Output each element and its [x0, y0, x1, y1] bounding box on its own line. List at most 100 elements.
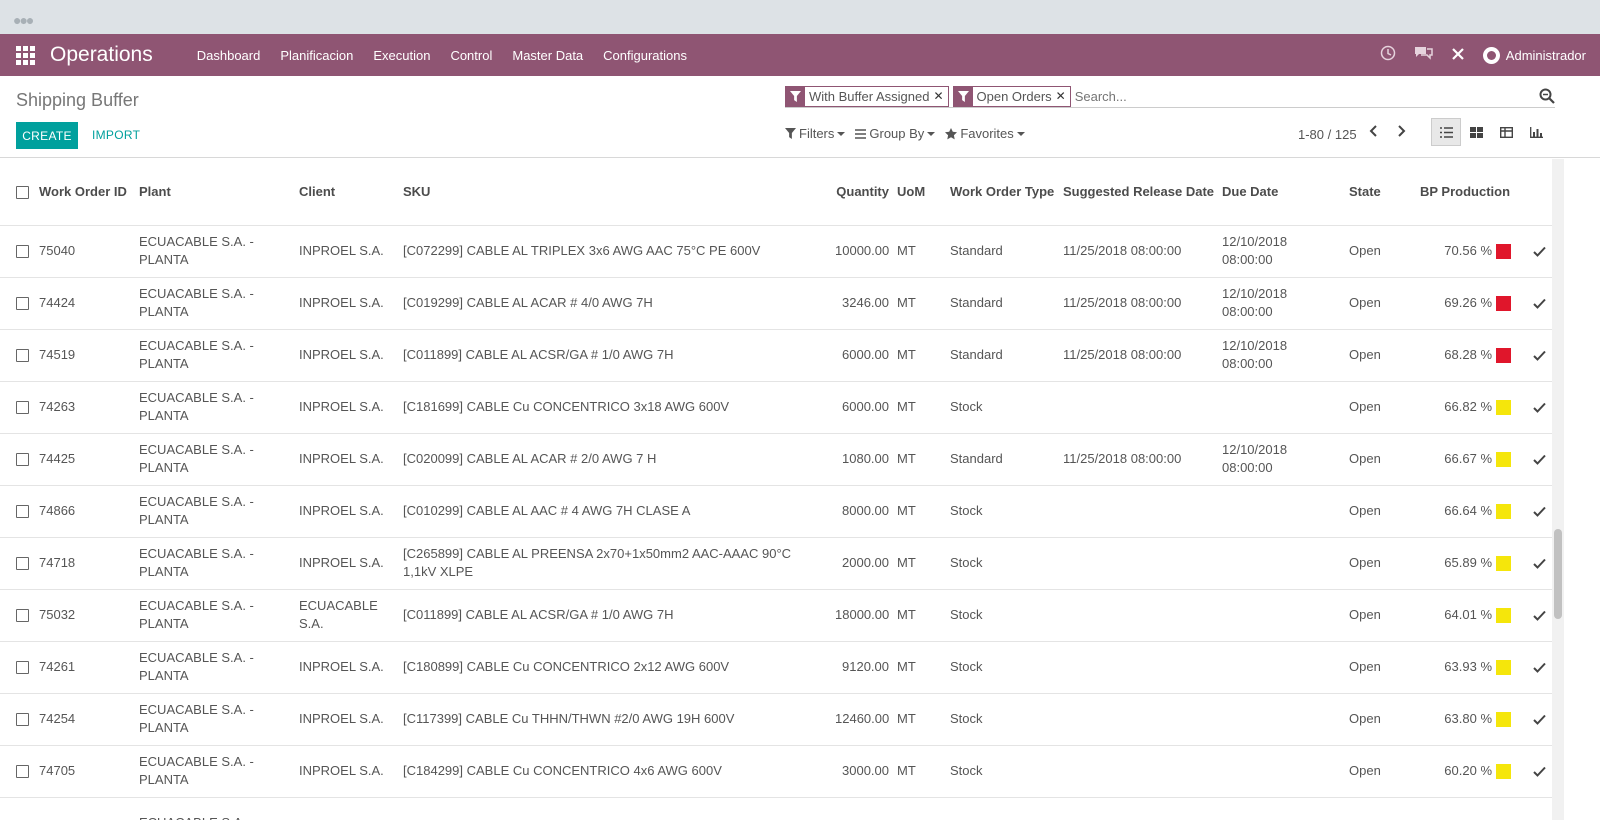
menu-planificacion[interactable]: Planificacion [280, 48, 353, 63]
column-header-sku[interactable]: SKU [399, 159, 831, 225]
cell-action[interactable] [1515, 692, 1552, 745]
row-checkbox[interactable] [0, 692, 35, 745]
close-icon[interactable]: ✕ [933, 89, 947, 103]
row-checkbox[interactable] [0, 796, 35, 820]
menu-dashboard[interactable]: Dashboard [197, 48, 261, 63]
star-icon [945, 127, 958, 139]
cell-plant: ECUACABLE S.A. - PLANTA [135, 224, 295, 277]
create-button[interactable]: CREATE [16, 122, 78, 149]
row-checkbox[interactable] [0, 328, 35, 381]
filters-dropdown[interactable]: Filters [785, 126, 846, 141]
table-row[interactable]: 74718 ECUACABLE S.A. - PLANTA INPROEL S.A.… [0, 536, 1552, 589]
bp-value: 60.20 % [1444, 763, 1492, 778]
cell-suggested-release [1059, 640, 1218, 693]
cell-client: INPROEL S.A. [295, 380, 399, 433]
table-row[interactable]: 74424 ECUACABLE S.A. - PLANTA INPROEL S.A.… [0, 276, 1552, 329]
search-facet-open-orders[interactable]: Open Orders ✕ [952, 85, 1071, 107]
column-header-due-date[interactable]: Due Date [1218, 159, 1345, 225]
search-input[interactable] [1074, 88, 1555, 104]
graph-view-icon[interactable] [1521, 118, 1551, 146]
app-brand[interactable]: Operations [50, 43, 153, 67]
check-icon[interactable] [1533, 714, 1546, 725]
check-icon[interactable] [1533, 662, 1546, 673]
bp-value: 69.26 % [1444, 295, 1492, 310]
row-checkbox[interactable] [0, 276, 35, 329]
row-checkbox[interactable] [0, 380, 35, 433]
chat-icon[interactable] [1414, 45, 1433, 66]
user-menu[interactable]: Administrador [1482, 46, 1586, 64]
scrollbar-thumb[interactable] [1554, 529, 1562, 619]
column-header-work-order-type[interactable]: Work Order Type [946, 159, 1059, 225]
table-row[interactable]: 74261 ECUACABLE S.A. - PLANTA INPROEL S.A.… [0, 640, 1552, 693]
table-row[interactable]: 74519 ECUACABLE S.A. - PLANTA INPROEL S.A.… [0, 328, 1552, 381]
row-checkbox[interactable] [0, 484, 35, 537]
vertical-scrollbar[interactable] [1552, 159, 1564, 820]
clock-icon[interactable] [1380, 45, 1396, 66]
check-icon[interactable] [1533, 766, 1546, 777]
check-icon[interactable] [1533, 246, 1546, 257]
table-row[interactable]: 74866 ECUACABLE S.A. - PLANTA INPROEL S.A.… [0, 484, 1552, 537]
row-checkbox[interactable] [0, 588, 35, 641]
check-icon[interactable] [1533, 610, 1546, 621]
column-header-plant[interactable]: Plant [135, 159, 295, 225]
column-header-state[interactable]: State [1345, 159, 1415, 225]
import-button[interactable]: IMPORT [92, 128, 140, 142]
tools-icon[interactable] [1451, 45, 1465, 66]
cell-action[interactable] [1515, 380, 1552, 433]
column-header-bp-production[interactable]: BP Production [1415, 159, 1515, 225]
kanban-view-icon[interactable] [1461, 118, 1491, 146]
apps-menu-icon[interactable] [0, 34, 50, 76]
column-header-client[interactable]: Client [295, 159, 399, 225]
row-checkbox[interactable] [0, 224, 35, 277]
search-icon[interactable] [1539, 88, 1555, 107]
column-header-work-order-id[interactable]: Work Order ID [35, 159, 135, 225]
check-icon[interactable] [1533, 350, 1546, 361]
table-row[interactable]: 74705 ECUACABLE S.A. - PLANTA INPROEL S.A.… [0, 744, 1552, 797]
cell-action[interactable] [1515, 484, 1552, 537]
cell-action[interactable] [1515, 276, 1552, 329]
check-icon[interactable] [1533, 454, 1546, 465]
check-icon[interactable] [1533, 298, 1546, 309]
table-header-row: Work Order ID Plant Client SKU Quantity … [0, 159, 1552, 225]
select-all-checkbox[interactable] [0, 159, 35, 225]
cell-action[interactable] [1515, 432, 1552, 485]
cell-action[interactable] [1515, 224, 1552, 277]
menu-control[interactable]: Control [450, 48, 492, 63]
pager-value[interactable]: 1-80 / 125 [1298, 127, 1357, 142]
menu-master-data[interactable]: Master Data [512, 48, 583, 63]
row-checkbox[interactable] [0, 432, 35, 485]
cell-action[interactable] [1515, 536, 1552, 589]
table-row[interactable]: 74425 ECUACABLE S.A. - PLANTA INPROEL S.A.… [0, 432, 1552, 485]
chevron-right-icon[interactable] [1396, 124, 1406, 143]
column-header-quantity[interactable]: Quantity [831, 159, 893, 225]
menu-configurations[interactable]: Configurations [603, 48, 687, 63]
table-row[interactable]: 74254 ECUACABLE S.A. - PLANTA INPROEL S.A.… [0, 692, 1552, 745]
cell-action[interactable] [1515, 588, 1552, 641]
search-facet-buffer[interactable]: With Buffer Assigned ✕ [785, 85, 949, 107]
row-checkbox[interactable] [0, 744, 35, 797]
cell-action[interactable] [1515, 640, 1552, 693]
favorites-dropdown[interactable]: Favorites [945, 126, 1025, 141]
cell-client: INPROEL S.A. [295, 276, 399, 329]
buffer-color-swatch [1496, 296, 1511, 312]
check-icon[interactable] [1533, 558, 1546, 569]
column-header-suggested-release[interactable]: Suggested Release Date [1059, 159, 1218, 225]
table-row[interactable]: 75032 ECUACABLE S.A. - PLANTA ECUACABLE S.… [0, 588, 1552, 641]
table-row[interactable]: 74263 ECUACABLE S.A. - PLANTA INPROEL S.A.… [0, 380, 1552, 433]
groupby-dropdown[interactable]: Group By [855, 126, 936, 141]
check-icon[interactable] [1533, 402, 1546, 413]
cell-action[interactable] [1515, 744, 1552, 797]
menu-execution[interactable]: Execution [373, 48, 430, 63]
table-row[interactable]: ECUACABLE S.A. [0, 796, 1552, 820]
check-icon[interactable] [1533, 506, 1546, 517]
chevron-left-icon[interactable] [1369, 124, 1379, 143]
column-header-uom[interactable]: UoM [893, 159, 946, 225]
cell-action[interactable] [1515, 328, 1552, 381]
table-row[interactable]: 75040 ECUACABLE S.A. - PLANTA INPROEL S.A.… [0, 224, 1552, 277]
close-icon[interactable]: ✕ [1056, 89, 1070, 103]
cell-action[interactable] [1515, 796, 1552, 820]
row-checkbox[interactable] [0, 536, 35, 589]
pivot-view-icon[interactable] [1491, 118, 1521, 146]
list-view-icon[interactable] [1431, 118, 1461, 146]
row-checkbox[interactable] [0, 640, 35, 693]
